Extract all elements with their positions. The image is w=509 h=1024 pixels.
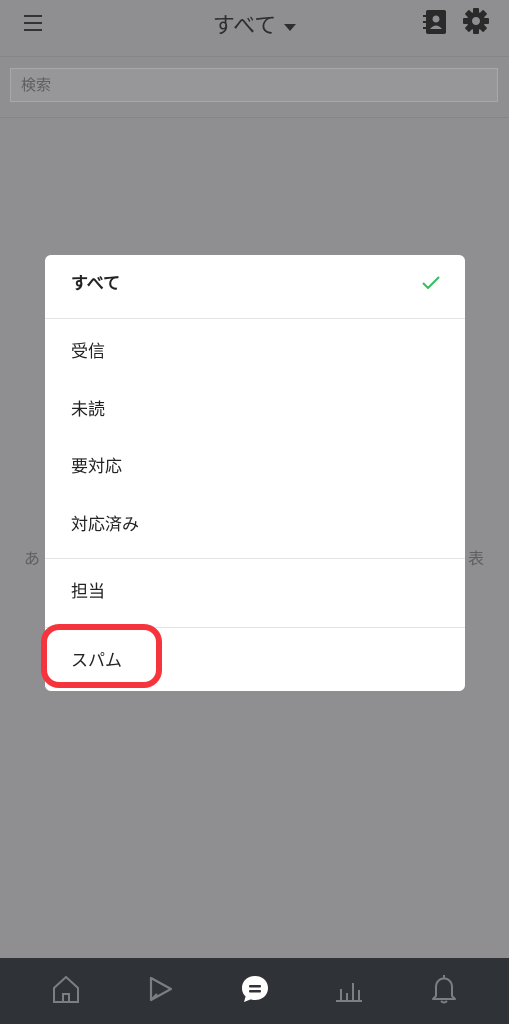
app-header: すべて: [0, 0, 509, 57]
settings-button[interactable]: [462, 7, 490, 35]
search-area: 検索: [0, 57, 509, 118]
gear-icon: [463, 8, 489, 34]
search-input[interactable]: 検索: [10, 68, 498, 102]
nav-stats-button[interactable]: [332, 972, 366, 1006]
chart-icon: [336, 983, 362, 1002]
filter-option-received[interactable]: 受信: [45, 323, 465, 381]
contact-book-button[interactable]: [422, 8, 448, 36]
filter-option-label: 未読: [71, 400, 105, 420]
filter-option-label: 受信: [71, 342, 105, 362]
bottom-navigation: [0, 958, 509, 1024]
filter-option-label: 要対応: [71, 457, 122, 477]
bell-icon: [432, 975, 456, 1004]
filter-option-needs-action[interactable]: 要対応: [45, 438, 465, 496]
filter-option-all[interactable]: すべて: [45, 255, 465, 313]
contact-book-icon: [423, 10, 446, 34]
caret-down-icon: [284, 23, 297, 31]
chat-icon: [242, 976, 268, 1002]
filter-option-assigned[interactable]: 担当: [45, 563, 465, 621]
checkmark-icon: [422, 276, 440, 290]
home-icon: [53, 975, 79, 1003]
play-icon: [149, 976, 173, 1002]
filter-option-label: 対応済み: [71, 515, 139, 535]
filter-option-handled[interactable]: 対応済み: [45, 496, 465, 554]
nav-chat-button[interactable]: [238, 972, 272, 1006]
empty-state-text-right: 表: [468, 549, 485, 568]
nav-home-button[interactable]: [49, 972, 83, 1006]
nav-play-button[interactable]: [143, 972, 177, 1006]
highlight-annotation: [41, 624, 162, 688]
empty-state-text-left: あ: [24, 549, 41, 568]
page-title: すべて: [212, 14, 277, 39]
filter-option-label: 担当: [71, 582, 105, 602]
menu-divider: [45, 318, 465, 319]
filter-option-unread[interactable]: 未読: [45, 381, 465, 439]
nav-notifications-button[interactable]: [427, 972, 461, 1006]
menu-divider: [45, 558, 465, 559]
filter-option-label: すべて: [71, 274, 121, 294]
